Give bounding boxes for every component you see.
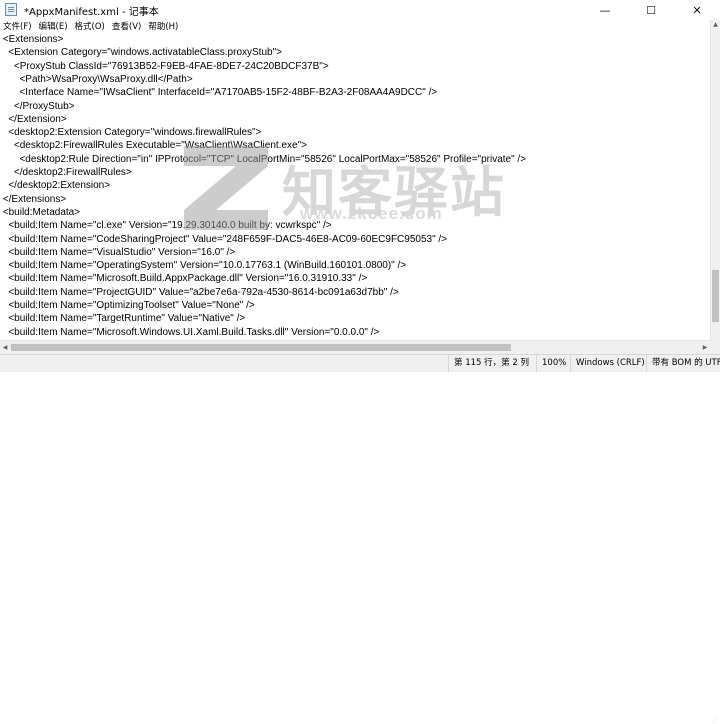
line-ending: Windows (CRLF) (570, 355, 646, 372)
vertical-scrollbar[interactable]: ▲ ▼ (710, 20, 720, 354)
editor-line: <desktop2:FirewallRules Executable="WsaC… (0, 140, 307, 152)
minimize-icon: — (599, 3, 611, 17)
editor-line: <Extensions> (0, 34, 64, 45)
editor-line: <build:Metadata> (0, 206, 81, 218)
editor-line: <ProxyStub ClassId="76913B52-F9EB-4FAE-8… (0, 60, 329, 72)
scroll-right-icon[interactable]: ▶ (700, 341, 710, 354)
close-icon: ✕ (692, 3, 702, 17)
horizontal-scrollbar[interactable]: ◀ ▶ (0, 340, 710, 354)
editor-line: </desktop2:Extension> (0, 180, 111, 192)
editor-line: </Extension> (0, 113, 67, 125)
editor-line: <build:Item Name="CodeSharingProject" Va… (0, 233, 448, 245)
editor-line: <Path>WsaProxy\WsaProxy.dll</Path> (0, 73, 193, 85)
zoom-level: 100% (536, 355, 570, 372)
notepad-icon (5, 3, 17, 16)
cursor-position: 第 115 行，第 2 列 (448, 355, 536, 372)
window-title: *AppxManifest.xml - 记事本 (24, 7, 159, 18)
close-button[interactable]: ✕ (674, 0, 720, 20)
editor-line: <desktop2:Rule Direction="in" IPProtocol… (0, 153, 527, 165)
menu-help[interactable]: 帮助(H) (145, 20, 182, 32)
scrollbar-corner (710, 340, 720, 354)
status-bar: 第 115 行，第 2 列 100% Windows (CRLF) 带有 BOM… (0, 354, 720, 724)
editor-line: <build:Item Name="Microsoft.Windows.UI.X… (0, 326, 380, 338)
editor-line: <build:Item Name="cl.exe" Version="19.29… (0, 220, 332, 232)
editor-line: <Interface Name="IWsaClient" InterfaceId… (0, 87, 438, 99)
editor-line: </ProxyStub> (0, 100, 75, 112)
editor-line: <build:Item Name="ProjectGUID" Value="a2… (0, 286, 399, 298)
editor-line: </desktop2:FirewallRules> (0, 167, 132, 178)
menu-file[interactable]: 文件(F) (0, 20, 36, 32)
scroll-up-icon[interactable]: ▲ (711, 20, 720, 30)
editor-line: <build:Item Name="OperatingSystem" Versi… (0, 260, 407, 272)
text-editor[interactable]: <Extensions> <Extension Category="window… (0, 33, 710, 354)
editor-line: <Extension Category="windows.activatable… (0, 47, 282, 59)
scroll-left-icon[interactable]: ◀ (0, 341, 10, 354)
editor-line: <build:Item Name="VisualStudio" Version=… (0, 246, 236, 258)
editor-line: <build:Item Name="TargetRuntime" Value="… (0, 313, 246, 325)
editor-line: <build:Item Name="OptimizingToolset" Val… (0, 300, 255, 311)
menu-edit[interactable]: 编辑(E) (36, 20, 72, 32)
horizontal-scroll-thumb[interactable] (11, 344, 511, 351)
resize-grip-icon[interactable]: ⋰ (711, 717, 717, 724)
menu-view[interactable]: 查看(V) (109, 20, 145, 32)
editor-line: <build:Item Name="Microsoft.Build.AppxPa… (0, 273, 368, 285)
maximize-button[interactable]: ☐ (628, 0, 674, 20)
menu-format[interactable]: 格式(O) (72, 20, 109, 32)
maximize-icon: ☐ (646, 3, 656, 17)
editor-line: <desktop2:Extension Category="windows.fi… (0, 127, 262, 139)
menu-bar: 文件(F) 编辑(E) 格式(O) 查看(V) 帮助(H) (0, 20, 720, 32)
encoding: 带有 BOM 的 UTF (646, 355, 720, 372)
editor-line: </Extensions> (0, 193, 67, 205)
minimize-button[interactable]: — (582, 0, 628, 20)
vertical-scroll-thumb[interactable] (712, 270, 719, 322)
title-bar: *AppxManifest.xml - 记事本 — ☐ ✕ (0, 0, 720, 20)
